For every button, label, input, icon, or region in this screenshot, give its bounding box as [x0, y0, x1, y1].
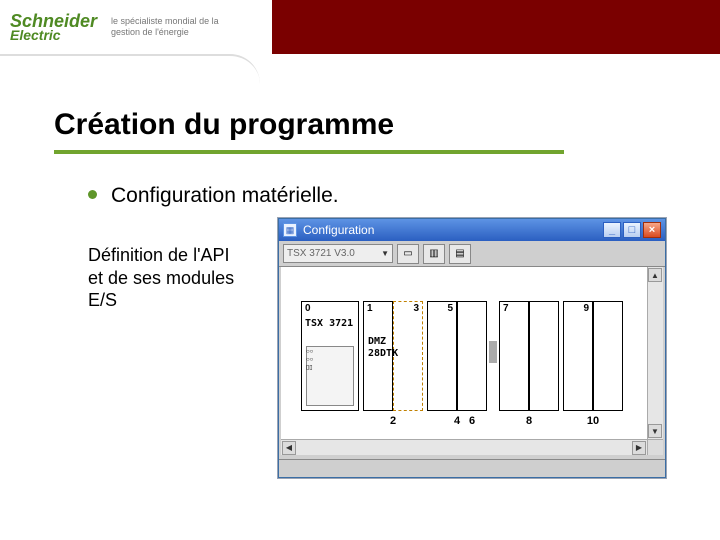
config-window: ▦ Configuration _ □ × TSX 3721 V3.0 ▼ ▭ … [278, 218, 666, 478]
rack-diagram: 0 TSX 3721 ○○○○▯▯ 1 3 DMZ 28DTK 2 5 4 6 [301, 301, 641, 451]
toolbar-button-2[interactable]: ▥ [423, 244, 445, 264]
scroll-up-icon[interactable]: ▲ [648, 268, 662, 282]
slot-0-num: 0 [305, 304, 311, 314]
scroll-down-icon[interactable]: ▼ [648, 424, 662, 438]
slot-3[interactable]: 3 DMZ 28DTK [393, 301, 423, 411]
scroll-right-icon[interactable]: ▶ [632, 441, 646, 455]
sub-text: Définition de l'API et de ses modules E/… [88, 244, 248, 312]
slot-9[interactable]: 9 [563, 301, 593, 411]
titlebar[interactable]: ▦ Configuration _ □ × [279, 219, 665, 241]
rack-select-value: TSX 3721 V3.0 [287, 248, 355, 259]
slot-num: 1 [367, 304, 373, 314]
window-icon: ▦ [283, 223, 297, 237]
slot-bottom-num-10: 10 [563, 413, 623, 429]
toolbar: TSX 3721 V3.0 ▼ ▭ ▥ ▤ [279, 241, 665, 267]
slot-num: 9 [583, 304, 589, 314]
page-title: Création du programme [54, 108, 394, 142]
slot-pair-7[interactable] [529, 301, 559, 411]
slot-pair-9[interactable] [593, 301, 623, 411]
bullet-text: Configuration matérielle. [88, 184, 339, 208]
slot-pair-5[interactable] [457, 301, 487, 411]
logo-area: Schneider Electric le spécialiste mondia… [0, 0, 272, 54]
toolbar-button-1[interactable]: ▭ [397, 244, 419, 264]
canvas: 0 TSX 3721 ○○○○▯▯ 1 3 DMZ 28DTK 2 5 4 6 [281, 267, 663, 455]
slot-bottom-num-6: 6 [457, 413, 487, 429]
header-swoop [0, 54, 260, 84]
scroll-corner [647, 439, 663, 455]
window-title: Configuration [303, 223, 374, 237]
slot-num: 7 [503, 304, 509, 314]
module-label-2: 28DTK [368, 348, 418, 359]
rack-select[interactable]: TSX 3721 V3.0 ▼ [283, 244, 393, 263]
maximize-button[interactable]: □ [623, 222, 641, 238]
scroll-left-icon[interactable]: ◀ [282, 441, 296, 455]
slot-0-label: TSX 3721 [305, 318, 355, 329]
rack-connector [489, 341, 497, 363]
slot-bottom-num: 2 [363, 413, 423, 429]
horizontal-scrollbar[interactable]: ◀ ▶ [281, 439, 647, 455]
chevron-down-icon: ▼ [381, 249, 389, 258]
slot-num: 5 [447, 304, 453, 314]
close-button[interactable]: × [643, 222, 661, 238]
slot-0-leds: ○○○○▯▯ [306, 348, 313, 372]
slot-5[interactable]: 5 [427, 301, 457, 411]
slot-7[interactable]: 7 [499, 301, 529, 411]
module-label-1: DMZ [368, 336, 418, 347]
title-underline [54, 150, 564, 154]
slot-0[interactable]: 0 TSX 3721 ○○○○▯▯ [301, 301, 359, 411]
slot-bottom-num-8: 8 [499, 413, 559, 429]
slot-num: 3 [413, 304, 419, 314]
statusbar [279, 459, 665, 477]
toolbar-button-3[interactable]: ▤ [449, 244, 471, 264]
minimize-button[interactable]: _ [603, 222, 621, 238]
brand-tagline: le spécialiste mondial de la gestion de … [111, 16, 223, 38]
vertical-scrollbar[interactable]: ▲ ▼ [647, 267, 663, 439]
